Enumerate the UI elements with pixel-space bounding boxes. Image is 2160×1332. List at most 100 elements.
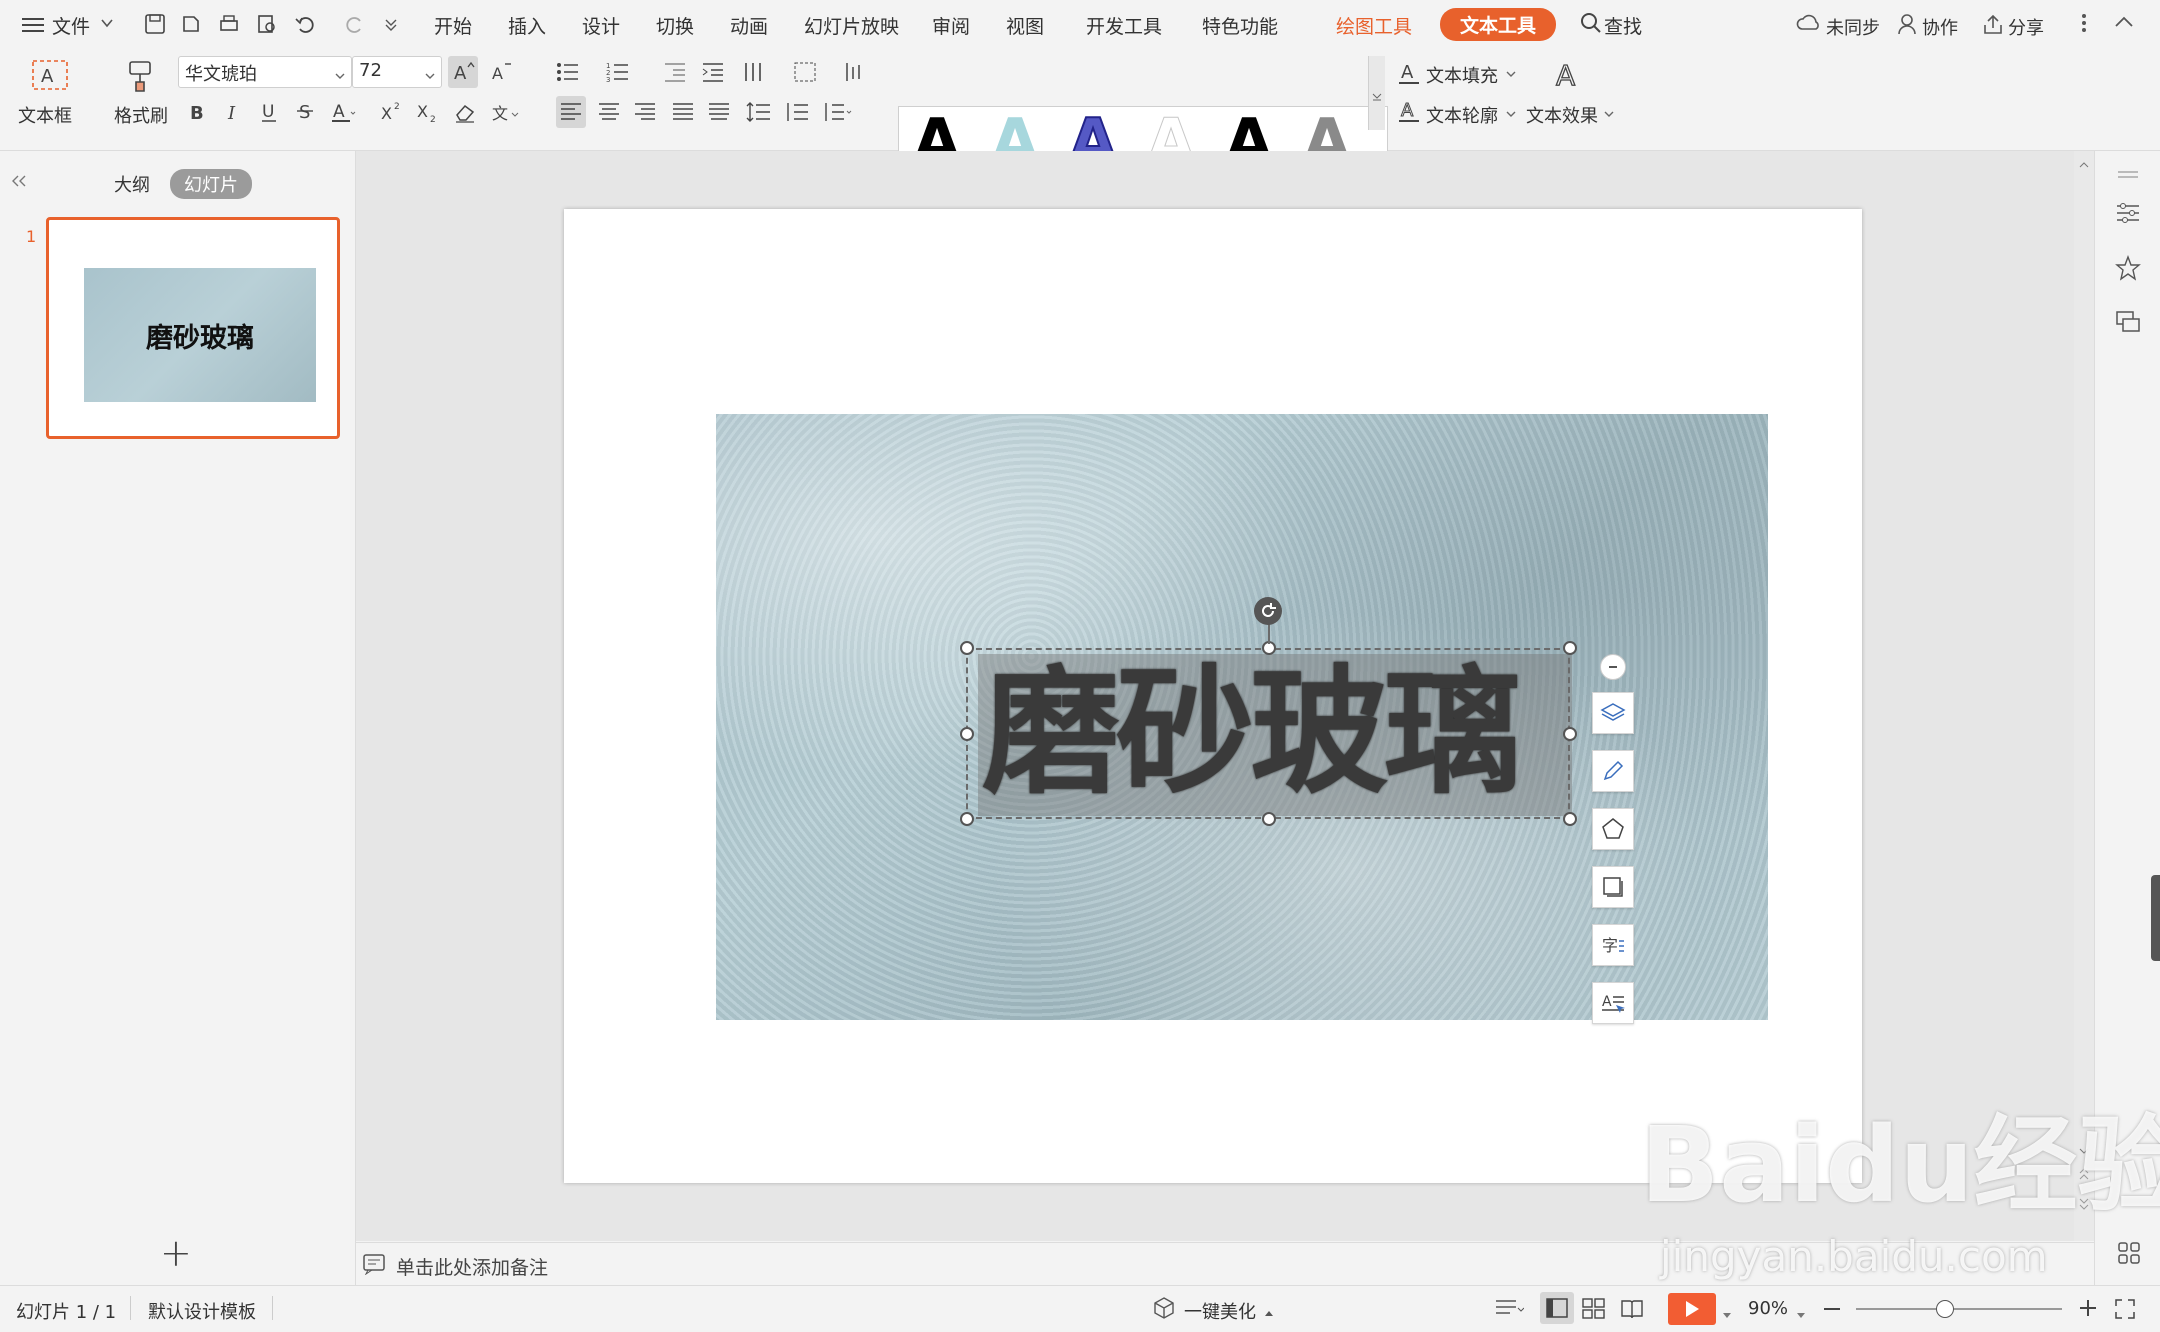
share-button[interactable]: 分享	[2008, 14, 2044, 40]
export-icon[interactable]	[176, 9, 206, 39]
chevron-down-icon[interactable]	[1604, 104, 1614, 123]
notes-placeholder[interactable]: 单击此处添加备注	[396, 1253, 548, 1280]
tab-transition[interactable]: 切换	[656, 12, 694, 39]
shape-effect-icon[interactable]	[1592, 866, 1634, 908]
resize-handle-nw[interactable]	[960, 641, 974, 655]
layers-icon[interactable]	[1592, 692, 1634, 734]
properties-icon[interactable]	[2115, 201, 2141, 229]
zoom-slider-thumb[interactable]	[1936, 1300, 1954, 1318]
chevron-down-icon[interactable]	[425, 65, 435, 86]
collapse-ribbon-icon[interactable]	[2114, 14, 2134, 33]
tab-outline[interactable]: 大纲	[114, 171, 150, 197]
beautify-icon[interactable]	[1152, 1296, 1176, 1324]
text-fill-icon[interactable]: A	[1398, 60, 1422, 90]
decrease-indent-icon[interactable]	[660, 56, 690, 88]
notes-toggle-icon[interactable]	[1494, 1298, 1525, 1324]
slide-thumbnail[interactable]: 磨砂玻璃	[46, 217, 340, 439]
text-wrap-icon[interactable]: 字	[1592, 924, 1634, 966]
template-name[interactable]: 默认设计模板	[148, 1298, 256, 1324]
increase-indent-icon[interactable]	[698, 56, 728, 88]
chevron-down-icon[interactable]	[1722, 1304, 1732, 1323]
text-direction-icon[interactable]	[792, 56, 822, 88]
resize-handle-sw[interactable]	[960, 812, 974, 826]
underline-icon[interactable]: U	[254, 96, 284, 128]
zoom-level[interactable]: 90%	[1748, 1298, 1788, 1319]
tab-slides[interactable]: 幻灯片	[170, 169, 252, 199]
tab-drawing-tools[interactable]: 绘图工具	[1336, 12, 1412, 39]
slide-sorter-icon[interactable]	[1582, 1298, 1606, 1324]
chevron-down-icon[interactable]	[1506, 104, 1516, 123]
tab-home[interactable]: 开始	[434, 12, 472, 39]
gallery-scroll[interactable]	[1368, 56, 1385, 130]
customize-chevron-icon[interactable]	[376, 9, 406, 39]
text-effect-icon[interactable]: A	[1550, 58, 1584, 96]
decrease-font-icon[interactable]: A	[486, 56, 516, 88]
italic-icon[interactable]: I	[218, 96, 248, 128]
textbox-icon[interactable]: A	[30, 58, 70, 96]
file-menu[interactable]: 文件	[52, 12, 90, 39]
vertical-align-icon[interactable]	[842, 56, 872, 88]
zoom-out-icon[interactable]	[1822, 1299, 1842, 1323]
tab-view[interactable]: 视图	[1006, 12, 1044, 39]
columns-icon[interactable]	[742, 56, 772, 88]
bold-icon[interactable]: B	[182, 96, 212, 128]
align-center-icon[interactable]	[594, 96, 624, 128]
phonetic-guide-icon[interactable]: 文	[490, 96, 520, 128]
search-button[interactable]: 查找	[1604, 12, 1642, 39]
font-color-icon[interactable]: A	[328, 96, 358, 128]
tab-animation[interactable]: 动画	[730, 12, 768, 39]
collab-icon[interactable]	[1898, 13, 1920, 39]
share-icon[interactable]	[1982, 13, 2004, 39]
paragraph-settings-icon[interactable]	[822, 96, 852, 128]
pen-icon[interactable]	[1592, 750, 1634, 792]
align-left-icon[interactable]	[556, 96, 586, 128]
chevron-down-icon[interactable]	[1506, 64, 1516, 83]
text-outline-button[interactable]: 文本轮廓	[1426, 102, 1498, 128]
add-slide-button[interactable]: +	[160, 1231, 192, 1275]
sync-status[interactable]: 未同步	[1826, 14, 1880, 40]
subscript-icon[interactable]: X2	[412, 96, 442, 128]
hamburger-icon[interactable]	[18, 10, 48, 40]
fit-window-icon[interactable]	[2114, 1298, 2136, 1324]
chevron-up-icon[interactable]	[1264, 1302, 1274, 1321]
distribute-icon[interactable]	[704, 96, 734, 128]
sidebar-handle-icon[interactable]	[2117, 165, 2139, 184]
side-tab[interactable]	[2151, 875, 2160, 961]
superscript-icon[interactable]: X2	[376, 96, 406, 128]
tab-text-tools[interactable]: 文本工具	[1440, 8, 1557, 41]
font-size-combo[interactable]: 72	[352, 56, 442, 88]
animation-star-icon[interactable]	[2115, 255, 2141, 285]
text-outline-icon[interactable]: A	[1398, 98, 1422, 128]
chevron-down-icon[interactable]	[1796, 1304, 1806, 1323]
zoom-in-icon[interactable]	[2078, 1298, 2098, 1322]
chevron-down-icon[interactable]	[335, 65, 345, 86]
textbox-selection[interactable]	[966, 648, 1570, 819]
play-slideshow-icon[interactable]	[1668, 1293, 1716, 1325]
redo-icon[interactable]	[340, 9, 370, 39]
format-painter-icon[interactable]	[124, 58, 160, 98]
resize-handle-s[interactable]	[1262, 812, 1276, 826]
format-painter-button[interactable]: 格式刷	[114, 102, 168, 128]
save-icon[interactable]	[140, 9, 170, 39]
bullet-list-icon[interactable]	[556, 56, 586, 88]
line-spacing-icon[interactable]	[744, 96, 774, 128]
numbered-list-icon[interactable]: 123	[606, 56, 636, 88]
resize-handle-se[interactable]	[1563, 812, 1577, 826]
clear-format-icon[interactable]	[450, 96, 480, 128]
apps-grid-icon[interactable]	[2117, 1241, 2141, 1269]
tab-slideshow[interactable]: 幻灯片放映	[804, 12, 899, 39]
tab-review[interactable]: 审阅	[932, 12, 970, 39]
more-icon[interactable]	[2080, 12, 2088, 38]
vertical-scrollbar[interactable]	[2074, 151, 2094, 1241]
beautify-button[interactable]: 一键美化	[1184, 1298, 1256, 1324]
tab-design[interactable]: 设计	[582, 12, 620, 39]
paragraph-spacing-icon[interactable]	[782, 96, 812, 128]
collab-button[interactable]: 协作	[1922, 14, 1958, 40]
align-right-icon[interactable]	[630, 96, 660, 128]
search-icon[interactable]	[1580, 12, 1602, 38]
tab-special-features[interactable]: 特色功能	[1202, 12, 1278, 39]
resize-handle-w[interactable]	[960, 727, 974, 741]
textbox-button[interactable]: 文本框	[18, 102, 72, 128]
normal-view-icon[interactable]	[1540, 1292, 1574, 1324]
print-icon[interactable]	[214, 9, 244, 39]
